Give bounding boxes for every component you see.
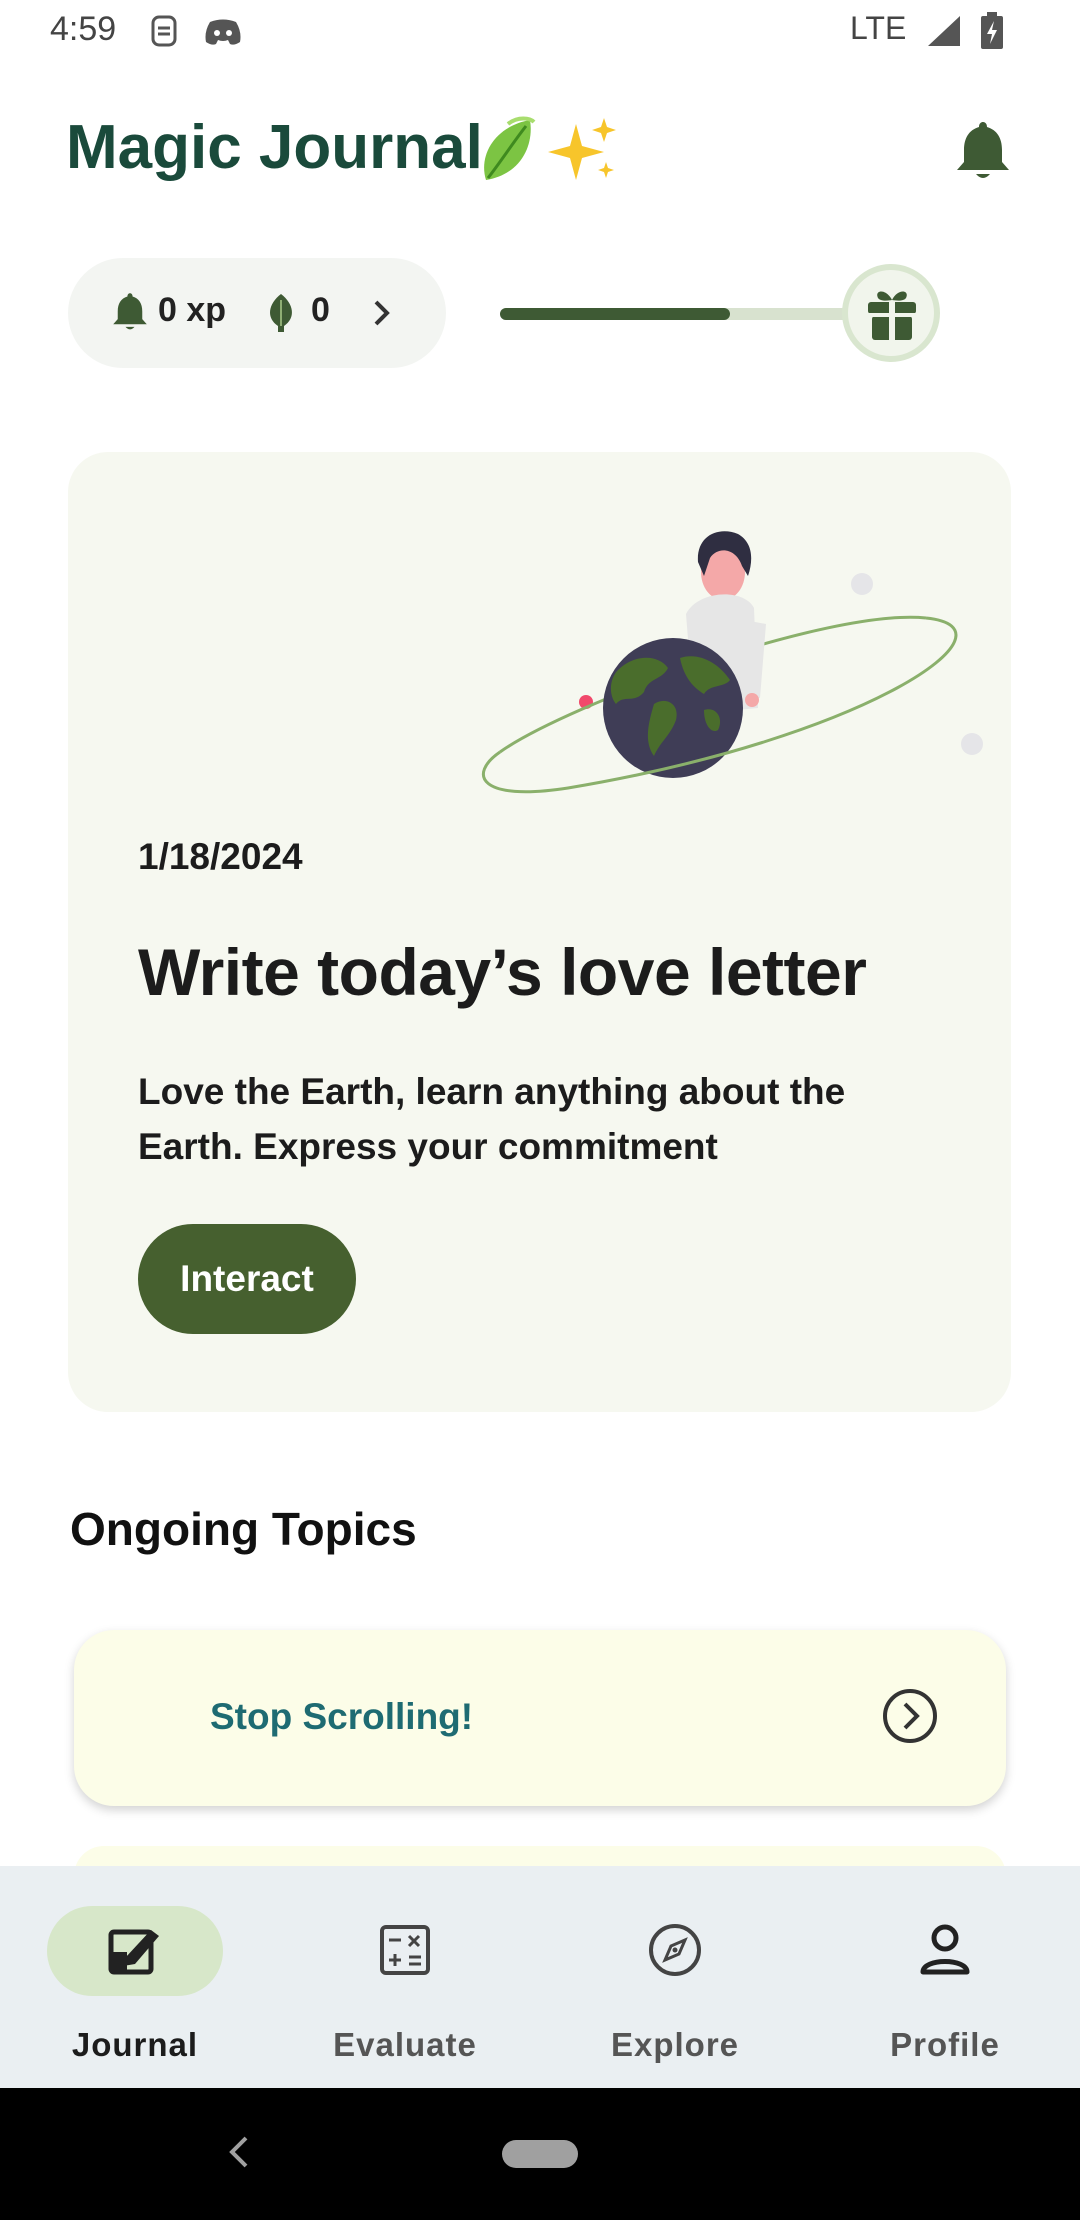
battery-charging-icon (980, 12, 1004, 55)
nav-label: Profile (890, 2026, 1000, 2063)
nav-item-explore[interactable]: Explore (540, 1866, 810, 2088)
sparkles-emoji (546, 116, 618, 191)
sim-icon (150, 14, 178, 53)
person-holding-earth-illustration (448, 528, 1018, 833)
network-type: LTE (850, 10, 907, 46)
leaf-emoji (478, 114, 538, 191)
person-icon (917, 1922, 973, 1983)
chevron-right-icon (370, 294, 394, 337)
card-description: Love the Earth, learn anything about the… (138, 1071, 846, 1167)
nav-label: Evaluate (333, 2026, 477, 2063)
compass-icon (647, 1922, 703, 1983)
discord-icon (204, 18, 242, 51)
system-navigation-bar (0, 2088, 1080, 2220)
signal-icon (926, 14, 962, 53)
topic-card[interactable]: Stop Scrolling! (74, 1630, 1006, 1806)
section-title-ongoing-topics: Ongoing Topics (70, 1503, 417, 1555)
nav-item-evaluate[interactable]: Evaluate (270, 1866, 540, 2088)
reward-progress-bar (500, 308, 860, 320)
topic-label: Stop Scrolling! (210, 1696, 474, 1737)
interact-button[interactable]: Interact (138, 1224, 356, 1334)
bell-icon (952, 122, 1014, 188)
status-bar: 4:59 LTE (0, 0, 1080, 64)
status-time: 4:59 (50, 10, 117, 48)
card-title: Write today’s love letter (138, 935, 867, 1009)
nav-label: Journal (71, 2026, 199, 2063)
notifications-button[interactable] (952, 118, 1014, 184)
leaf-count: 0 (311, 291, 330, 329)
back-icon[interactable] (224, 2130, 254, 2179)
app-title: Magic Journal (66, 113, 483, 182)
chevron-circle-right-icon[interactable] (880, 1686, 940, 1751)
reward-gift-button[interactable] (842, 264, 940, 362)
nav-label: Explore (610, 2026, 740, 2063)
stats-pill[interactable]: 0 xp 0 (68, 258, 446, 368)
gift-icon (866, 286, 918, 347)
calculator-icon (377, 1922, 433, 1983)
nav-item-profile[interactable]: Profile (810, 1866, 1080, 2088)
xp-bell-icon (110, 290, 150, 339)
nav-item-journal[interactable]: Journal (0, 1866, 270, 2088)
bottom-navigation: Journal Evaluate Explore Profile (0, 1866, 1080, 2088)
leaf-icon (264, 292, 298, 339)
home-gesture-handle[interactable] (502, 2140, 578, 2168)
journal-icon (107, 1922, 163, 1983)
xp-value: 0 xp (158, 291, 227, 329)
card-date: 1/18/2024 (138, 836, 303, 877)
daily-love-letter-card: 1/18/2024 Write today’s love letter Love… (68, 452, 1011, 1412)
reward-progress-fill (500, 308, 731, 320)
